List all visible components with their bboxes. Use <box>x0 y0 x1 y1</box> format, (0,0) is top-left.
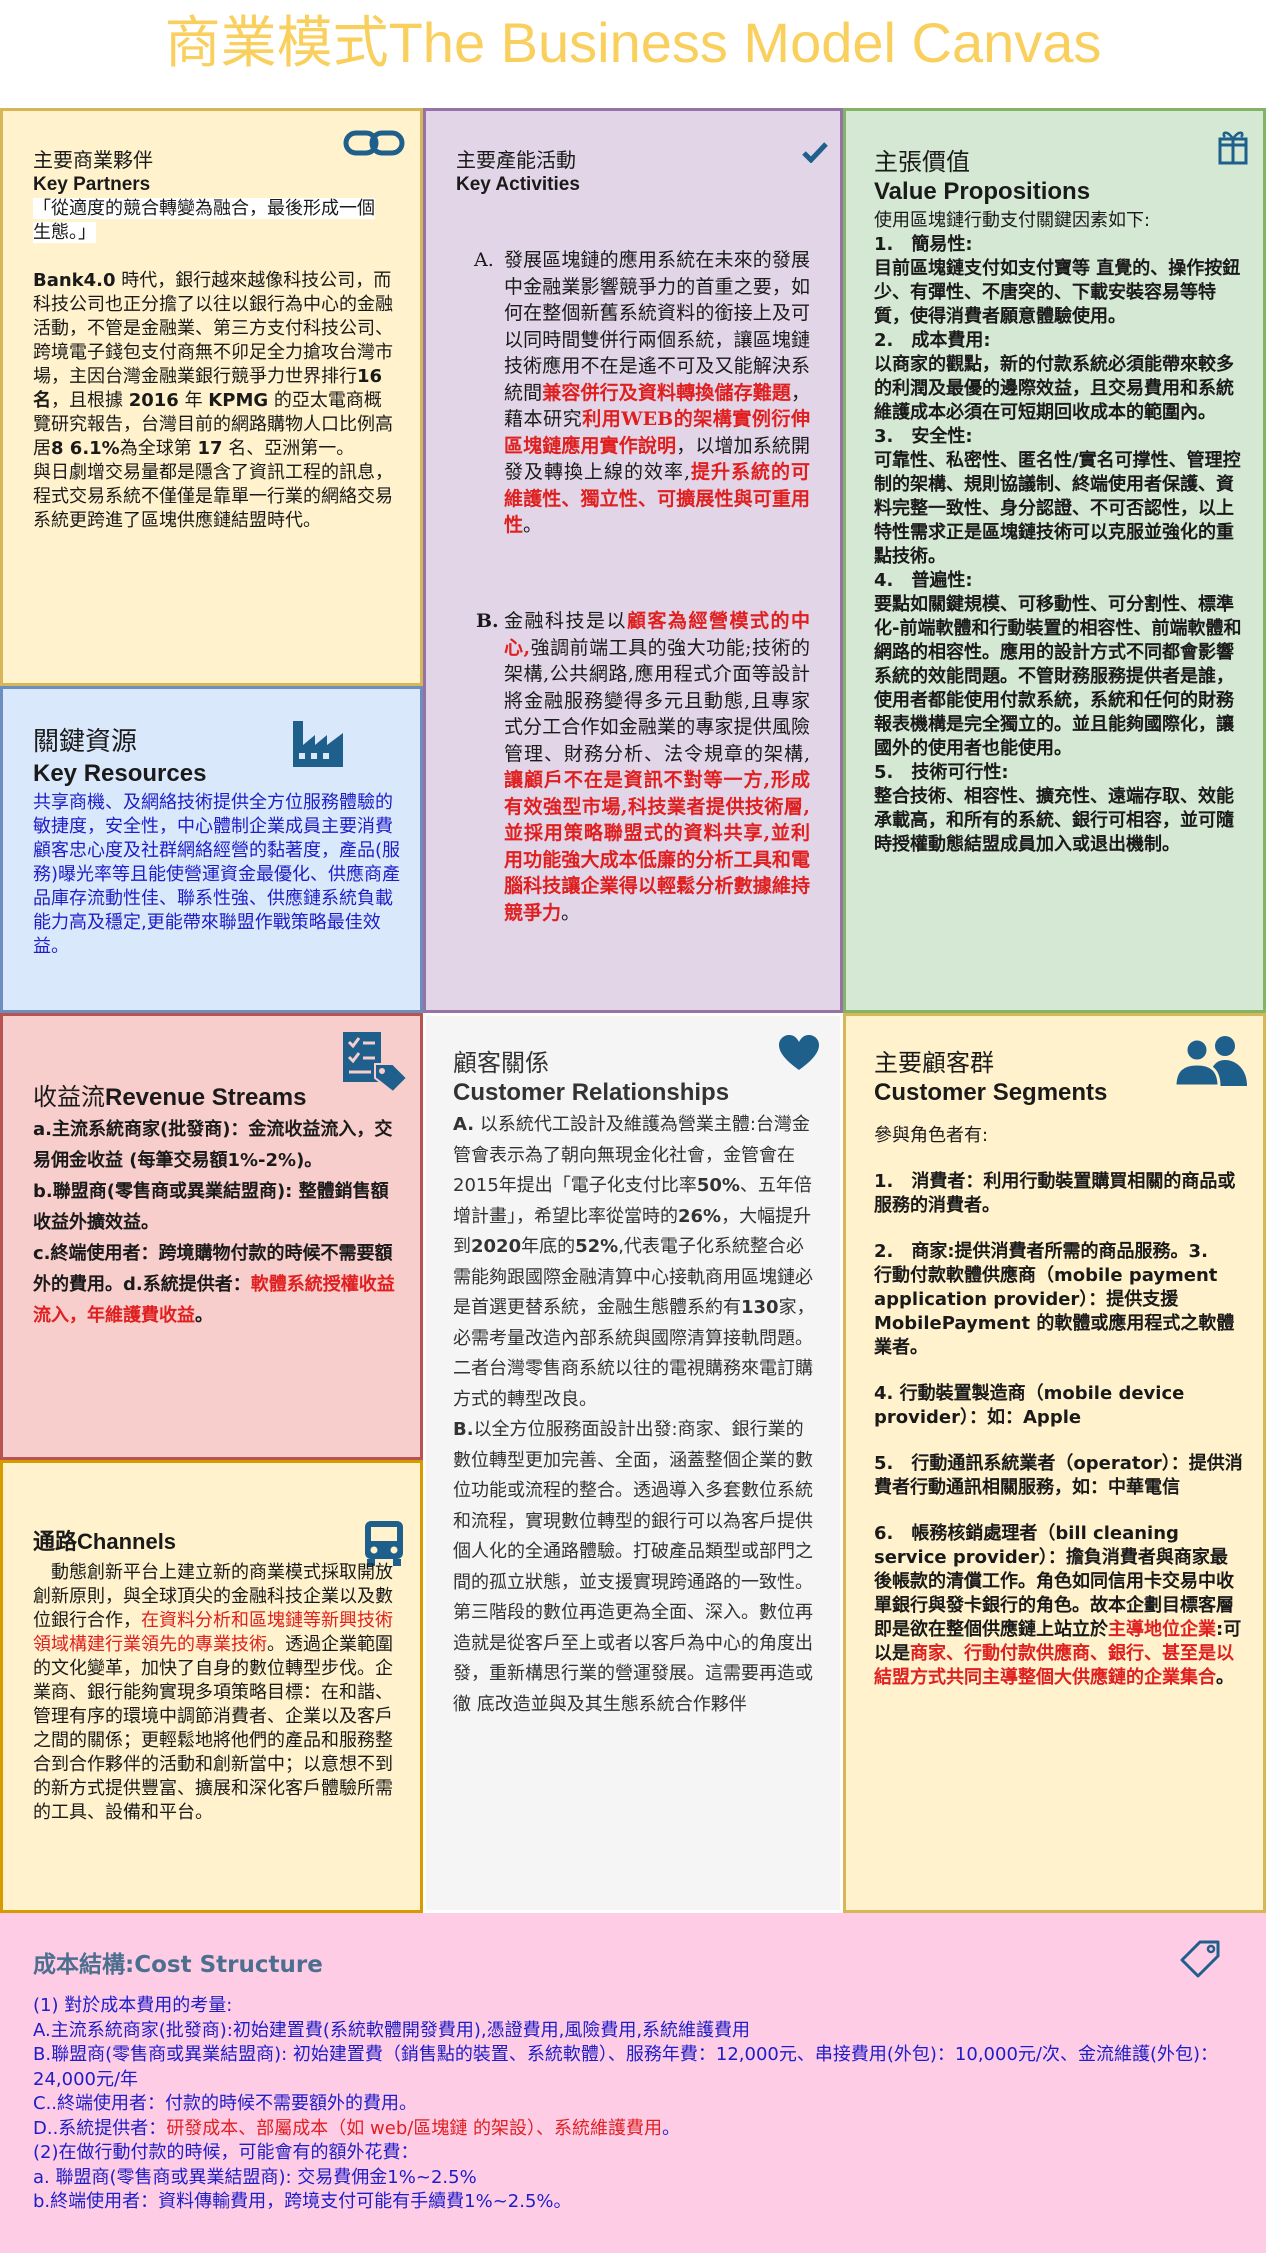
value-proposition-text: 整合技術、相容性、擴充性、遠端存取、效能承載高，和所有的系統、銀行可相容，並可隨… <box>874 786 1234 855</box>
value-propositions-section: 主張價值 Value Propositions 使用區塊鏈行動支付關鍵因素如下:… <box>843 108 1266 1013</box>
key-resources-title-zh: 關鍵資源 <box>33 727 138 757</box>
value-proposition-heading: 2. 成本費用: <box>874 330 991 351</box>
revenue-stream-c-d: c.終端使用者：跨境購物付款的時候不需要額外的費用。d.系統提供者：軟體系統授權… <box>33 1243 395 1326</box>
customer-segment-6: 6. 帳務核銷處理者（bill cleaning service provide… <box>874 1523 1242 1688</box>
activity-b-text: 金融科技是以顧客為經營模式的中心,強調前端工具的強大功能;技術的架構,公共網路,… <box>504 610 810 924</box>
key-resources-title-en: Key Resources <box>33 760 207 787</box>
customer-relationships-a: A. 以系統代工設計及維護為營業主體:台灣金管會表示為了朝向無現金化社會，金管會… <box>453 1114 815 1410</box>
value-propositions-list: 1. 簡易性: 目前區塊鏈支付如支付寶等 直覺的、操作按鈕少、有彈性、不唐突的、下載… <box>874 233 1243 857</box>
cost-line-extra-a: a. 聯盟商(零售商或異業結盟商): 交易費佣金1%~2.5% <box>33 2166 477 2188</box>
key-resources-body: 共享商機、及網絡技術提供全方位服務體驗的敏捷度，安全性，中心體制企業成員主要消費… <box>33 792 401 957</box>
value-proposition-heading: 4. 普遍性: <box>874 570 973 591</box>
key-partners-title-en: Key Partners <box>33 174 151 195</box>
customer-segments-intro: 參與角色者有: <box>874 1125 989 1146</box>
cost-line-1: (1) 對於成本費用的考量: <box>33 1995 233 2016</box>
customer-segment-2-3: 2. 商家:提供消費者所需的商品服務。3. 行動付款軟體供應商（mobile p… <box>874 1241 1235 1358</box>
key-activities-section: 主要產能活動 Key Activities A. 發展區塊鏈的應用系統在未來的發… <box>423 108 843 1013</box>
cost-structure-section: 成本結構:Cost Structure (1) 對於成本費用的考量: A.主流系… <box>0 1913 1266 2253</box>
channels-section: 通路Channels 動態創新平台上建立新的商業模式採取開放創新原則，與全球頂尖… <box>0 1460 423 1913</box>
key-partners-quote: 「從適度的競合轉變為融合，最後形成一個生態。」 <box>33 198 375 243</box>
revenue-stream-b: b.聯盟商(零售商或異業結盟商): 整體銷售額收益外擴效益。 <box>33 1181 389 1233</box>
value-proposition-text: 以商家的觀點，新的付款系統必須能帶來較多的利潤及最優的邊際效益，且交易費用和系統… <box>874 354 1234 423</box>
customer-segment-1: 1. 消費者：利用行動裝置購買相關的商品或服務的消費者。 <box>874 1171 1236 1216</box>
cost-structure-title: 成本結構:Cost Structure <box>33 1952 323 1978</box>
value-proposition-text: 目前區塊鏈支付如支付寶等 直覺的、操作按鈕少、有彈性、不唐突的、下載安裝容易等特… <box>874 258 1241 327</box>
cost-line-d: D..系統提供者：研發成本、部屬成本（如 web/區塊鏈 的架設）、系統維護費用… <box>33 2117 681 2139</box>
cost-line-c: C..終端使用者：付款的時候不需要額外的費用。 <box>33 2093 418 2114</box>
customer-segments-title-en: Customer Segments <box>874 1079 1108 1106</box>
channels-body: 動態創新平台上建立新的商業模式採取開放創新原則，與全球頂尖的金融科技企業以及數位… <box>33 1562 393 1823</box>
value-proposition-text: 可靠性、私密性、匿名性/實名可撑性、管理控制的架構、規則協議制、終端使用者保護、… <box>874 450 1241 567</box>
activity-b-marker: B. <box>476 610 499 632</box>
value-proposition-text: 要點如關鍵規模、可移動性、可分割性、標準化-前端軟體和行動裝置的相容性、前端軟體… <box>874 594 1242 759</box>
page-title: 商業模式The Business Model Canvas <box>164 11 1102 74</box>
customer-relationships-b: B.以全方位服務面設計出發:商家、銀行業的數位轉型更加完善、全面，涵蓋整個企業的… <box>453 1419 813 1715</box>
value-proposition-heading: 1. 簡易性: <box>874 234 973 255</box>
cost-line-a: A.主流系統商家(批發商):初始建置費(系統軟體開發費用),憑證費用,風險費用,… <box>33 2019 751 2041</box>
value-proposition-heading: 5. 技術可行性: <box>874 762 1009 783</box>
cost-structure-body: (1) 對於成本費用的考量: A.主流系統商家(批發商):初始建置費(系統軟體開… <box>33 1994 1233 2215</box>
channels-title: 通路Channels <box>33 1529 177 1555</box>
value-propositions-intro: 使用區塊鏈行動支付關鍵因素如下: <box>874 210 1151 231</box>
key-activities-title-zh: 主要產能活動 <box>456 148 576 172</box>
key-resources-section: 關鍵資源 Key Resources 共享商機、及網絡技術提供全方位服務體驗的敏… <box>0 686 423 1013</box>
customer-relationships-section: 顧客關係 Customer Relationships A. 以系統代工設計及維… <box>423 1013 843 1913</box>
revenue-streams-title: 收益流Revenue Streams <box>33 1083 307 1111</box>
value-propositions-title-en: Value Propositions <box>874 178 1091 205</box>
key-partners-body: Bank4.0 時代，銀行越來越像科技公司，而科技公司也正分擔了以往以銀行為中心… <box>33 270 393 459</box>
key-partners-body-2: 與日劇增交易量都是隱含了資訊工程的訊息，程式交易系統不僅僅是靠單一行業的網絡交易… <box>33 462 393 531</box>
key-partners-section: 主要商業夥伴 Key Partners 「從適度的競合轉變為融合，最後形成一個生… <box>0 108 423 686</box>
cost-line-2: (2)在做行動付款的時候，可能會有的額外花費： <box>33 2142 419 2163</box>
value-proposition-heading: 3. 安全性: <box>874 426 973 447</box>
customer-segments-section: 主要顧客群 Customer Segments 參與角色者有: 1. 消費者：利… <box>843 1013 1266 1913</box>
customer-relationships-title-en: Customer Relationships <box>453 1079 730 1106</box>
key-activities-title-en: Key Activities <box>456 174 580 195</box>
cost-line-extra-b: b.終端使用者：資料傳輸費用，跨境支付可能有手續費1%~2.5%。 <box>33 2191 572 2212</box>
key-partners-title-zh: 主要商業夥伴 <box>33 148 153 172</box>
activity-a-marker: A. <box>474 249 494 271</box>
revenue-streams-section: 收益流Revenue Streams a.主流系統商家(批發商)：金流收益流入，… <box>0 1013 423 1460</box>
customer-segment-4: 4. 行動裝置製造商（mobile device provider）：如：App… <box>874 1383 1185 1428</box>
activity-a-text: 發展區塊鏈的應用系統在未來的發展中金融業影響競爭力的首重之要，如何在整個新舊系統… <box>504 249 810 536</box>
customer-segment-5: 5. 行動通訊系統業者（operator）：提供消費者行動通訊相關服務，如：中華… <box>874 1453 1243 1498</box>
customer-relationships-title-zh: 顧客關係 <box>453 1049 549 1077</box>
customer-segments-title-zh: 主要顧客群 <box>874 1049 994 1077</box>
revenue-stream-a: a.主流系統商家(批發商)：金流收益流入，交易佣金收益 (每筆交易額1%-2%)… <box>33 1119 393 1171</box>
cost-line-b: B.聯盟商(零售商或異業結盟商): 初始建置費（銷售點的裝置、系統軟體）、服務年… <box>33 2044 1219 2090</box>
value-propositions-title-zh: 主張價值 <box>874 148 970 176</box>
